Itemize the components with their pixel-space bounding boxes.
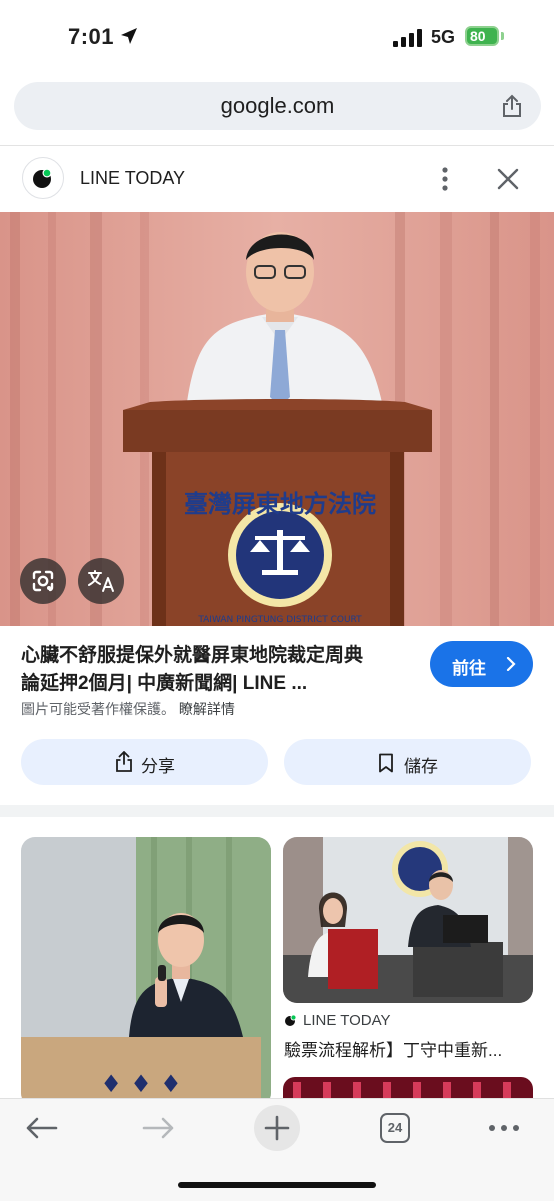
share-icon: [116, 751, 132, 772]
chevron-right-icon: [506, 657, 516, 671]
bookmark-icon: [379, 753, 393, 773]
podium-court-en: TAIWAN PINGTUNG DISTRICT COURT: [197, 615, 362, 625]
battery-level: 80: [470, 28, 486, 44]
forward-arrow-icon[interactable]: [142, 1116, 176, 1140]
tab-switcher-button[interactable]: 24: [380, 1113, 410, 1143]
back-arrow-icon[interactable]: [24, 1116, 58, 1140]
clock: 7:01: [68, 24, 115, 49]
copyright-text: 圖片可能受著作權保護。: [21, 701, 175, 717]
address-bar[interactable]: google.com: [14, 82, 541, 130]
plus-icon: [264, 1115, 290, 1141]
url-text[interactable]: google.com: [14, 93, 541, 119]
divider: [0, 145, 554, 146]
related-image-2[interactable]: [283, 837, 533, 1003]
related-image-1[interactable]: ♦ ♦ ♦: [21, 837, 271, 1107]
battery-icon: 80: [465, 26, 499, 46]
result-title-line1: 心臟不舒服提保外就醫屏東地院裁定周典: [21, 645, 364, 666]
tab-count: 24: [387, 1120, 403, 1135]
google-lens-button[interactable]: [20, 558, 66, 604]
save-label: 儲存: [404, 757, 438, 776]
podium-court-name: 臺灣屏東地方法院: [184, 489, 376, 518]
battery-tip: [501, 32, 504, 40]
share-label: 分享: [141, 757, 175, 776]
new-tab-button[interactable]: [254, 1105, 300, 1151]
svg-text:♦ ♦ ♦: ♦ ♦ ♦: [100, 1069, 181, 1098]
home-indicator: [178, 1182, 376, 1188]
translate-icon: [88, 570, 114, 592]
status-bar: 7:01 5G 80: [0, 0, 554, 70]
more-horizontal-icon[interactable]: [488, 1124, 520, 1132]
related-title[interactable]: 驗票流程解析】丁守中重新...: [284, 1036, 534, 1061]
related-source: LINE TODAY: [303, 1012, 391, 1029]
line-today-small-logo: [285, 1014, 297, 1026]
lens-icon: [32, 570, 54, 592]
copyright-notice: 圖片可能受著作權保護。 瞭解詳情: [21, 699, 235, 719]
save-button[interactable]: 儲存: [284, 739, 531, 785]
visit-label: 前往: [452, 659, 486, 678]
translate-button[interactable]: [78, 558, 124, 604]
cellular-signal-icon: [393, 29, 422, 47]
more-vertical-icon[interactable]: [433, 165, 457, 193]
learn-more-link[interactable]: 瞭解詳情: [179, 701, 235, 717]
location-arrow-icon: [121, 28, 137, 44]
close-icon[interactable]: [495, 166, 521, 192]
network-type: 5G: [431, 27, 456, 47]
visit-button[interactable]: 前往: [430, 641, 533, 687]
source-name[interactable]: LINE TODAY: [80, 168, 185, 189]
result-title-line2: 論延押2個月| 中廣新聞網| LINE ...: [21, 673, 308, 694]
section-separator: [0, 805, 554, 817]
share-button[interactable]: 分享: [21, 739, 268, 785]
share-icon[interactable]: [501, 94, 523, 118]
result-title[interactable]: 心臟不舒服提保外就醫屏東地院裁定周典 論延押2個月| 中廣新聞網| LINE .…: [21, 642, 406, 698]
line-today-logo: [22, 157, 64, 199]
